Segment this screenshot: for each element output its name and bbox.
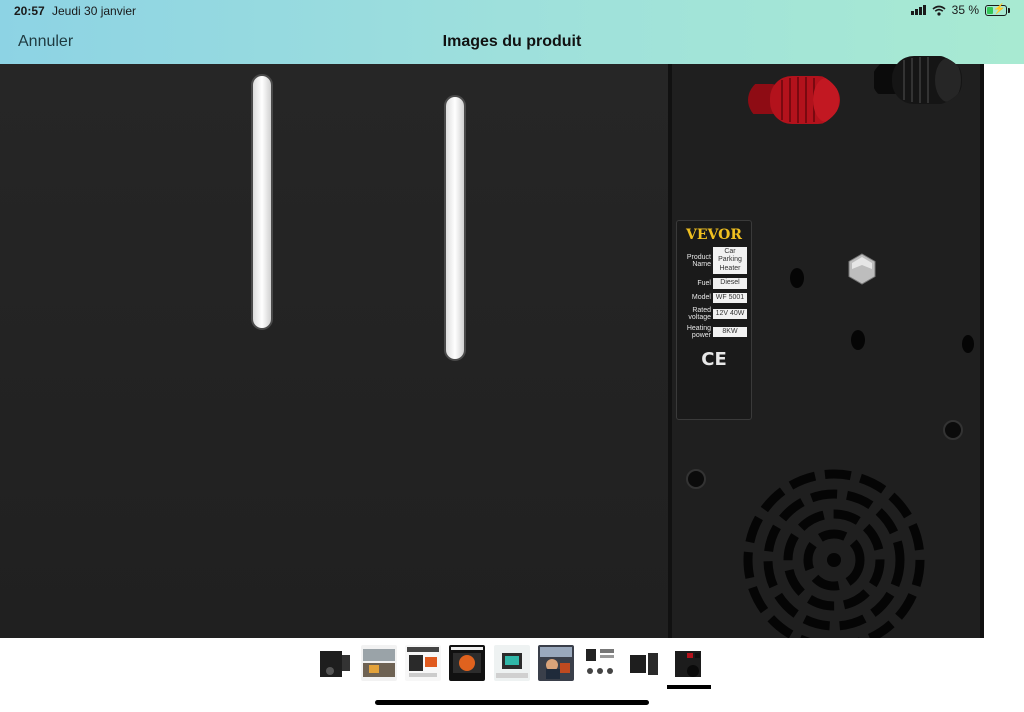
spec-row: Fuel Diesel bbox=[681, 278, 747, 289]
mounting-hole bbox=[962, 335, 974, 353]
charging-bolt-icon: ⚡ bbox=[993, 3, 1006, 15]
mounting-hole bbox=[851, 330, 865, 350]
thumbnail[interactable] bbox=[582, 645, 618, 681]
vent-slot bbox=[251, 74, 273, 330]
product-spec-label: VEVOR Product Name Car Parking Heater Fu… bbox=[676, 220, 752, 420]
spec-row: Product Name Car Parking Heater bbox=[681, 247, 747, 275]
spec-key: Fuel bbox=[697, 279, 711, 287]
wifi-icon bbox=[932, 5, 946, 16]
status-date: Jeudi 30 janvier bbox=[52, 4, 137, 18]
heater-side-panel bbox=[0, 64, 668, 638]
battery-percent: 35 % bbox=[951, 3, 979, 17]
spec-key: Product Name bbox=[686, 253, 711, 268]
spec-value: Diesel bbox=[713, 278, 747, 289]
status-time: 20:57 bbox=[14, 4, 45, 18]
black-outlet-cap bbox=[874, 56, 962, 104]
spec-key: Rated voltage bbox=[688, 306, 711, 321]
header-bar: 20:57 Jeudi 30 janvier 35 % ⚡ Annuler Im… bbox=[0, 0, 1024, 64]
battery-cap bbox=[1008, 7, 1010, 13]
selected-thumbnail-indicator bbox=[667, 685, 711, 689]
signal-icon bbox=[910, 5, 926, 15]
thumbnail[interactable] bbox=[405, 645, 441, 681]
thumbnail[interactable] bbox=[538, 645, 574, 681]
spec-key: Model bbox=[691, 294, 711, 302]
ce-mark: CE bbox=[701, 348, 727, 370]
battery-icon: ⚡ bbox=[985, 3, 1007, 16]
spec-row: Rated voltage 12V 40W bbox=[681, 307, 747, 321]
thumbnail[interactable] bbox=[361, 645, 397, 681]
spec-key: Heating power bbox=[686, 324, 711, 339]
thumbnail[interactable] bbox=[626, 645, 662, 681]
screw bbox=[686, 469, 706, 489]
spec-row: Model WF 5001 bbox=[681, 292, 747, 303]
brand-logo: VEVOR bbox=[686, 227, 742, 243]
mounting-hole bbox=[790, 268, 804, 288]
spec-row: Heating power 8KW bbox=[681, 325, 747, 339]
vent-slot bbox=[444, 95, 466, 361]
hex-bolt bbox=[848, 253, 876, 285]
red-inlet-cap bbox=[748, 76, 840, 124]
home-indicator[interactable] bbox=[375, 700, 649, 705]
thumbnail-selected[interactable] bbox=[671, 645, 707, 681]
screw bbox=[943, 420, 963, 440]
fan-grille bbox=[734, 450, 934, 650]
spec-value: 12V 40W bbox=[713, 308, 747, 320]
thumbnail[interactable] bbox=[494, 645, 530, 681]
thumbnail[interactable] bbox=[316, 645, 352, 681]
page-title: Images du produit bbox=[442, 33, 582, 50]
spec-value: Car Parking Heater bbox=[713, 247, 747, 275]
status-bar: 20:57 Jeudi 30 janvier 35 % ⚡ bbox=[0, 0, 1024, 22]
status-indicators: 35 % ⚡ bbox=[910, 3, 1010, 17]
spec-value: WF 5001 bbox=[713, 292, 747, 303]
thumbnail[interactable] bbox=[449, 645, 485, 681]
spec-value: 8KW bbox=[713, 326, 747, 338]
